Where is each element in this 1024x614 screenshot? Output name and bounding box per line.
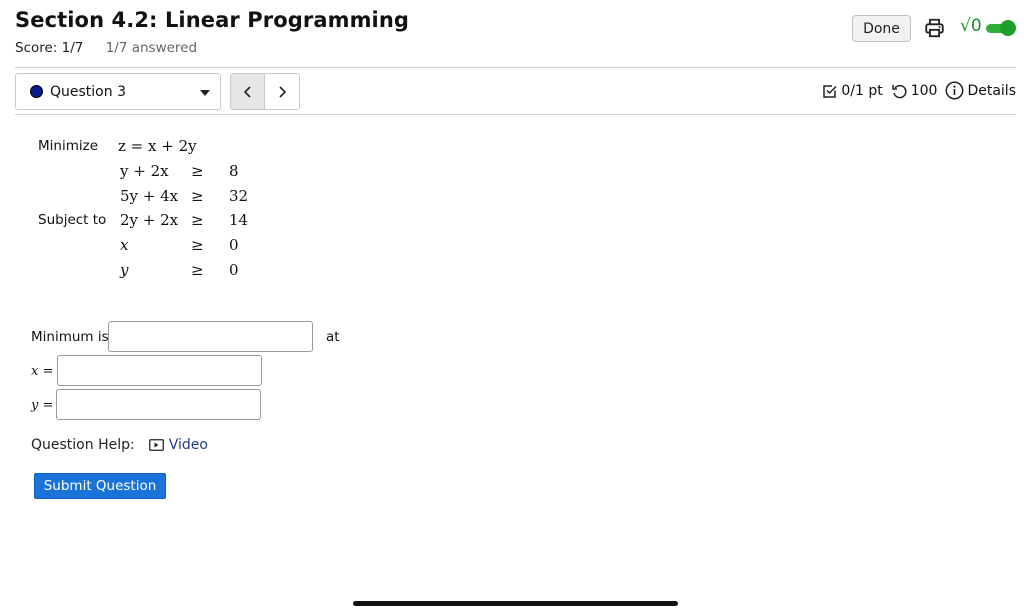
y-input[interactable] (56, 389, 261, 420)
video-link[interactable]: Video (148, 437, 208, 453)
at-label: at (326, 329, 340, 345)
attempts-text: 100 (910, 82, 938, 99)
score-text: Score: 1/7 (15, 40, 84, 56)
constraint-1-op: ≥ (191, 162, 204, 180)
question-help: Question Help: Video (31, 437, 208, 453)
chevron-left-icon (243, 85, 251, 98)
minimum-label: Minimum is (31, 329, 109, 345)
details-button[interactable]: Details (945, 81, 1016, 100)
constraint-4-op: ≥ (191, 236, 204, 254)
page: Section 4.2: Linear Programming Score: 1… (0, 0, 1024, 614)
x-input[interactable] (57, 355, 262, 386)
previous-question-button[interactable] (231, 74, 266, 109)
constraint-5-rhs: 0 (229, 261, 239, 279)
x-label: x = (31, 364, 54, 379)
constraint-5-lhs: y (120, 261, 129, 279)
math-view-toggle[interactable]: √0 (960, 16, 1016, 40)
retry-icon (891, 84, 907, 98)
question-meta: 0/1 pt 100 Details (822, 81, 1016, 100)
constraint-2-lhs: 5y + 4x (120, 187, 179, 205)
points-text: 0/1 pt (841, 82, 883, 99)
constraint-3-op: ≥ (191, 211, 204, 229)
subject-to-label: Subject to (38, 212, 107, 228)
attempts-indicator: 100 (891, 82, 938, 99)
question-nav (230, 73, 300, 110)
done-button[interactable]: Done (852, 15, 911, 42)
constraint-4-lhs: x (120, 236, 129, 254)
constraint-3-lhs: 2y + 2x (120, 211, 179, 229)
sqrt-icon: √0 (960, 16, 982, 36)
video-icon (148, 439, 164, 451)
answered-count: 1/7 answered (105, 40, 198, 56)
points-indicator: 0/1 pt (822, 82, 883, 99)
home-indicator (353, 601, 678, 606)
submit-question-button[interactable]: Submit Question (34, 473, 166, 499)
question-help-label: Question Help: (31, 437, 135, 453)
info-icon (946, 81, 964, 100)
next-question-button[interactable] (265, 74, 299, 109)
details-label: Details (967, 82, 1016, 99)
caret-down-icon (200, 90, 210, 96)
score-line: Score: 1/7 1/7 answered (15, 40, 197, 56)
constraint-1-lhs: y + 2x (120, 162, 169, 180)
constraint-4-rhs: 0 (229, 236, 239, 254)
print-icon[interactable] (923, 17, 946, 39)
objective-function: z = x + 2y (118, 137, 197, 155)
y-label: y = (31, 398, 54, 413)
toggle-knob (1000, 20, 1016, 36)
question-select[interactable]: Question 3 (15, 73, 221, 110)
constraint-5-op: ≥ (191, 261, 204, 279)
constraint-2-op: ≥ (191, 187, 204, 205)
page-title: Section 4.2: Linear Programming (15, 8, 410, 32)
video-link-label: Video (168, 437, 208, 453)
question-status-dot (30, 85, 43, 98)
question-select-label: Question 3 (50, 83, 126, 100)
chevron-right-icon (279, 85, 287, 98)
constraint-3-rhs: 14 (229, 211, 249, 229)
minimum-input[interactable] (108, 321, 313, 352)
checkbox-check-icon (823, 84, 837, 98)
minimize-label: Minimize (38, 138, 98, 154)
nav-divider (15, 114, 1016, 115)
constraint-2-rhs: 32 (229, 187, 249, 205)
header-divider (15, 67, 1016, 68)
constraint-1-rhs: 8 (229, 162, 239, 180)
